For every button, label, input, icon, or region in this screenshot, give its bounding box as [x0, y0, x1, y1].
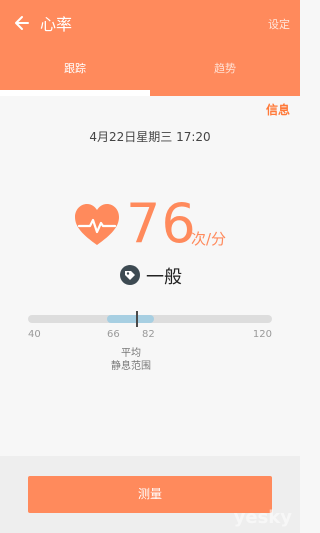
- range-low-label: 66: [107, 329, 120, 340]
- resting-range-label: 静息范围: [111, 361, 151, 372]
- bpm-unit: 次/分: [191, 230, 227, 248]
- app-header: 心率 设定 跟踪 趋势: [0, 0, 300, 96]
- status-label: 一般: [146, 267, 182, 288]
- tag-icon: [120, 265, 140, 285]
- tab-trends[interactable]: 趋势: [150, 60, 300, 76]
- settings-button[interactable]: 设定: [268, 16, 290, 32]
- range-high-label: 82: [142, 329, 155, 340]
- bpm-value: 76: [126, 192, 197, 255]
- range-min-label: 40: [28, 329, 41, 340]
- page-title: 心率: [40, 15, 73, 34]
- info-link[interactable]: 信息: [266, 101, 290, 118]
- back-arrow-icon[interactable]: [10, 13, 30, 33]
- measurement-datetime: 4月22日星期三 17:20: [89, 130, 211, 144]
- range-max-label: 120: [252, 329, 272, 340]
- resting-range-bar: [107, 315, 154, 323]
- current-value-marker: [136, 311, 138, 327]
- heart-icon: [75, 204, 119, 245]
- tab-tracking[interactable]: 跟踪: [0, 60, 150, 76]
- watermark-text: yesky: [233, 507, 292, 528]
